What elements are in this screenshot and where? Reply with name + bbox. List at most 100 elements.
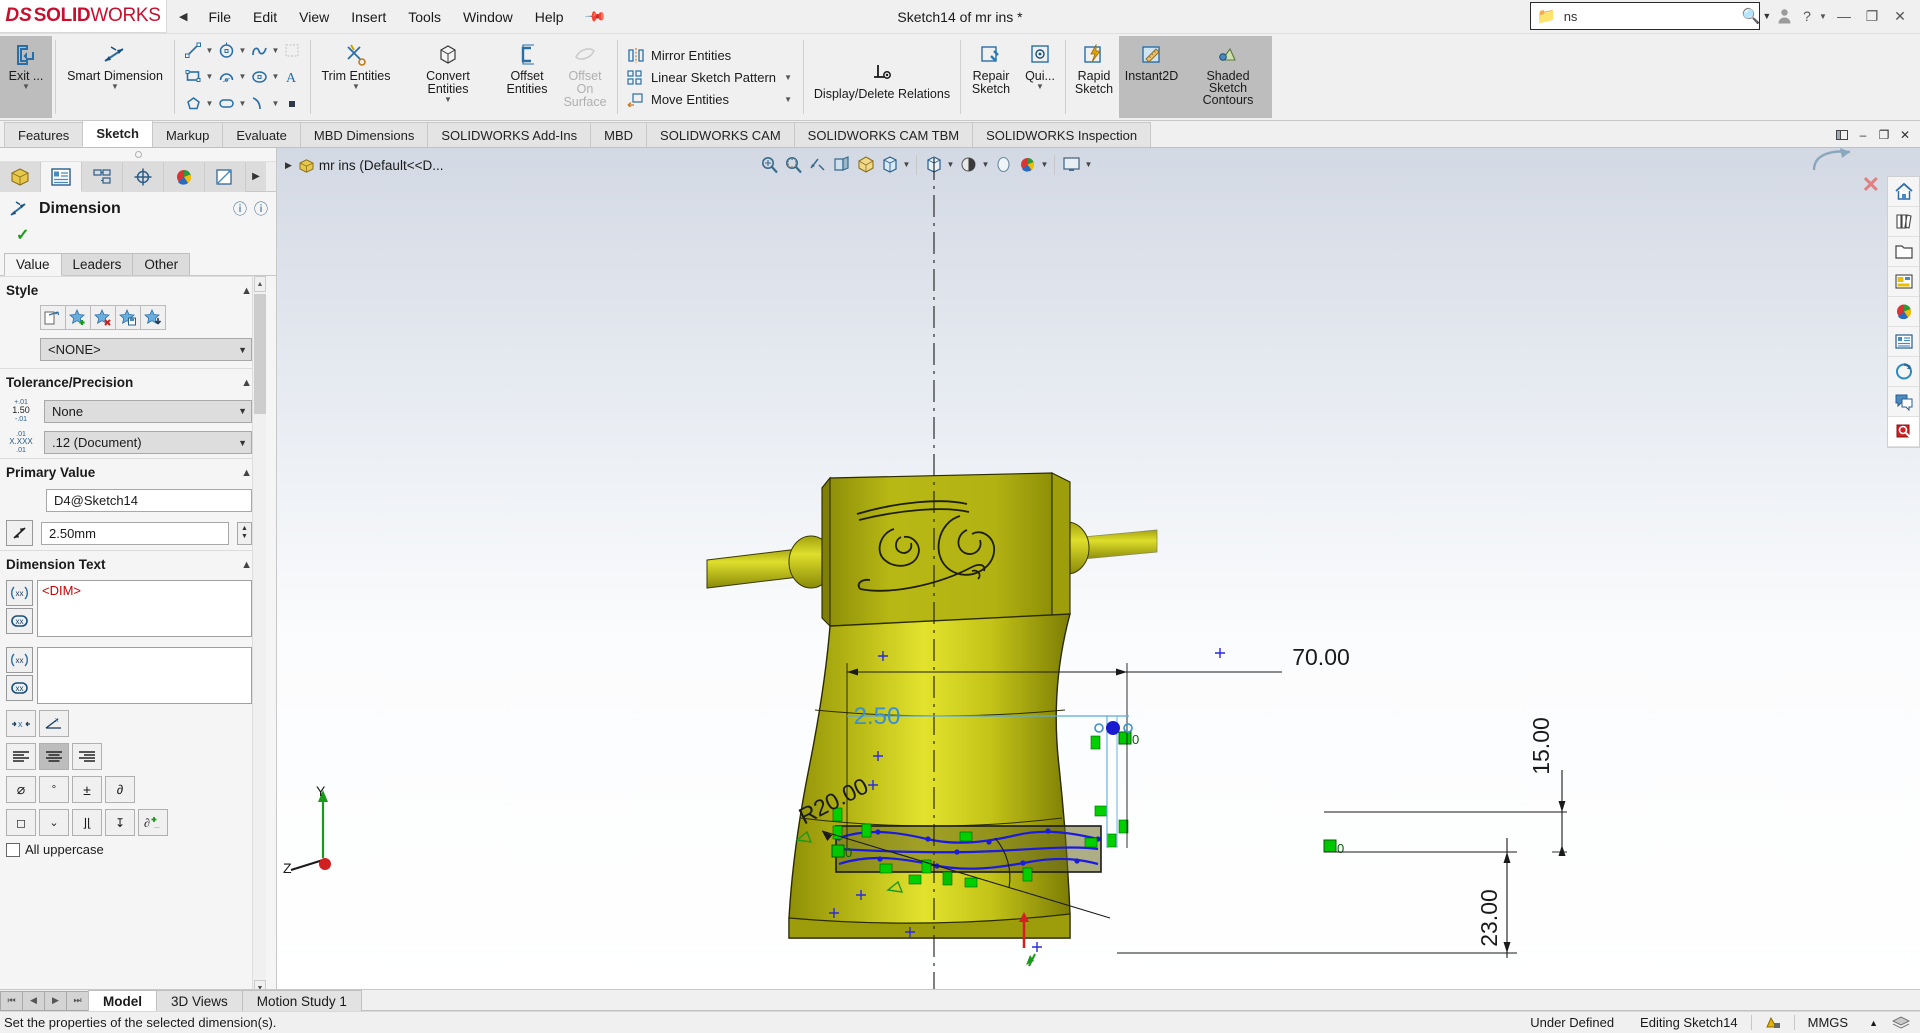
file-explorer-icon[interactable] xyxy=(1888,237,1919,267)
circle-tool-icon[interactable] xyxy=(215,38,237,62)
forum-icon[interactable] xyxy=(1888,387,1919,417)
menu-file[interactable]: File xyxy=(197,6,242,28)
model-canvas[interactable]: 0 0 0 xyxy=(277,148,1920,996)
dimension-23-label[interactable]: 23.00 xyxy=(1476,889,1502,947)
point-tool-icon[interactable] xyxy=(281,92,303,116)
rectangle-tool-dropdown-icon[interactable]: ▼ xyxy=(204,65,215,89)
style-section-header[interactable]: Style ▲ xyxy=(0,276,262,303)
primary-value-section-header[interactable]: Primary Value ▲ xyxy=(0,458,262,485)
save-style-icon[interactable] xyxy=(115,305,141,330)
tab-solidworks-cam-tbm[interactable]: SOLIDWORKS CAM TBM xyxy=(794,122,973,147)
dimension-arrow-icon[interactable] xyxy=(6,520,33,546)
dimension-70-label[interactable]: 70.00 xyxy=(1292,644,1350,670)
tab-other[interactable]: Other xyxy=(132,253,190,275)
panel-grip[interactable] xyxy=(0,148,276,162)
slot-tool-dropdown-icon[interactable]: ▼ xyxy=(237,92,248,116)
dimension-text-input[interactable]: <DIM> xyxy=(37,580,252,637)
rapid-sketch-button[interactable]: Rapid Sketch xyxy=(1069,36,1119,118)
home-icon[interactable] xyxy=(1888,177,1919,207)
menu-help[interactable]: Help xyxy=(524,6,575,28)
help-dropdown-icon[interactable]: ▼ xyxy=(1816,2,1830,30)
inspection-dimension-icon[interactable]: xx xyxy=(6,608,33,634)
depth-symbol-icon[interactable]: ↧ xyxy=(105,809,135,836)
custom-properties-icon[interactable] xyxy=(1888,327,1919,357)
first-tab-icon[interactable]: ⏮ xyxy=(0,991,23,1011)
design-library-icon[interactable] xyxy=(1888,207,1919,237)
maximize-doc-icon[interactable]: ❐ xyxy=(1875,126,1893,144)
offset-text-icon[interactable]: x xyxy=(6,710,36,737)
circle-tool-dropdown-icon[interactable]: ▼ xyxy=(237,38,248,62)
tolerance-collapse-icon[interactable]: ▲ xyxy=(241,377,252,389)
configuration-manager-tab[interactable] xyxy=(82,162,123,192)
menu-tools[interactable]: Tools xyxy=(397,6,452,28)
layers-icon[interactable] xyxy=(1886,1016,1916,1030)
confirm-corner-close-icon[interactable]: ✕ xyxy=(1862,172,1880,198)
linear-sketch-pattern-dropdown-icon[interactable]: ▼ xyxy=(781,73,792,82)
dimension-text-section-header[interactable]: Dimension Text ▲ xyxy=(0,550,262,577)
centerline-symbol-icon[interactable]: ∂ xyxy=(105,776,135,803)
degree-symbol-icon[interactable]: ° xyxy=(39,776,69,803)
primary-value-collapse-icon[interactable]: ▲ xyxy=(241,467,252,479)
offset-on-surface-button[interactable]: Offset On Surface xyxy=(556,36,614,118)
view-palette-icon[interactable] xyxy=(1888,267,1919,297)
style-collapse-icon[interactable]: ▲ xyxy=(241,285,252,297)
tab-solidworks-add-ins[interactable]: SOLIDWORKS Add-Ins xyxy=(427,122,591,147)
line-tool-dropdown-icon[interactable]: ▼ xyxy=(204,38,215,62)
restore-icon[interactable]: ❐ xyxy=(1858,2,1886,30)
tab-leaders[interactable]: Leaders xyxy=(61,253,134,275)
convert-entities-button[interactable]: Convert Entities ▼ xyxy=(398,36,498,118)
spinner-down-icon[interactable]: ▼ xyxy=(241,533,248,541)
convert-entities-dropdown-icon[interactable]: ▼ xyxy=(444,97,452,103)
dimension-15[interactable]: 15.00 xyxy=(1324,717,1567,856)
help-icon[interactable]: ? xyxy=(1798,2,1816,30)
slot-tool-icon[interactable] xyxy=(215,92,237,116)
dimension-2p50-label[interactable]: 2.50 xyxy=(854,703,901,730)
delete-style-icon[interactable] xyxy=(90,305,116,330)
bottom-tab-3d-views[interactable]: 3D Views xyxy=(156,990,243,1011)
appearances-scenes-icon[interactable] xyxy=(1888,297,1919,327)
dimension-23[interactable]: 23.00 xyxy=(1117,838,1517,958)
accept-checkmark-icon[interactable]: ✓ xyxy=(0,223,276,253)
bottom-tab-model[interactable]: Model xyxy=(88,990,157,1011)
chevron-down-icon[interactable]: ▼ xyxy=(238,345,247,355)
spline-tool-icon[interactable] xyxy=(248,38,270,62)
dimension-text-collapse-icon[interactable]: ▲ xyxy=(241,559,252,571)
dimension-value-spinner[interactable]: ▲ ▼ xyxy=(237,522,252,545)
load-style-icon[interactable] xyxy=(140,305,166,330)
user-account-icon[interactable] xyxy=(1770,2,1798,30)
more-symbols-icon[interactable]: ∂... xyxy=(138,809,168,836)
quick-snaps-button[interactable]: Qui... ▼ xyxy=(1018,36,1062,118)
line-tool-icon[interactable] xyxy=(182,38,204,62)
arc-tool-icon[interactable] xyxy=(215,65,237,89)
dimension-15-label[interactable]: 15.00 xyxy=(1528,717,1554,775)
exit-sketch-button[interactable]: Exit ... ▼ xyxy=(0,36,52,118)
all-uppercase-checkbox[interactable] xyxy=(6,843,20,857)
tolerance-section-header[interactable]: Tolerance/Precision ▲ xyxy=(0,368,262,395)
tab-sketch[interactable]: Sketch xyxy=(82,120,153,147)
close-doc-icon[interactable]: ✕ xyxy=(1896,126,1914,144)
whats-new-help-icon[interactable]: ⓘ xyxy=(233,199,247,219)
align-center-icon[interactable] xyxy=(39,743,69,770)
scroll-up-icon[interactable]: ▲ xyxy=(254,276,266,292)
pin-icon[interactable]: 📌 xyxy=(583,4,607,28)
menu-collapse-arrow[interactable]: ◀ xyxy=(179,10,187,23)
trim-entities-button[interactable]: Trim Entities ▼ xyxy=(314,36,398,118)
tab-evaluate[interactable]: Evaluate xyxy=(222,122,301,147)
parabola-tool-icon[interactable] xyxy=(248,92,270,116)
tab-mbd-dimensions[interactable]: MBD Dimensions xyxy=(300,122,428,147)
move-entities-dropdown-icon[interactable]: ▼ xyxy=(781,95,792,104)
tolerance-type-select[interactable]: None ▼ xyxy=(44,400,252,423)
display-delete-relations-button[interactable]: Display/Delete Relations xyxy=(807,36,957,118)
pdm-vault-icon[interactable] xyxy=(1888,357,1919,387)
unit-system-dropdown-icon[interactable]: ▲ xyxy=(1861,1018,1886,1028)
add-parenthesis-icon[interactable]: xx xyxy=(6,580,33,606)
rectangle-tool-icon[interactable] xyxy=(182,65,204,89)
next-tab-icon[interactable]: ▶ xyxy=(44,991,67,1011)
trim-entities-dropdown-icon[interactable]: ▼ xyxy=(352,84,360,90)
help-icon[interactable]: ⓘ xyxy=(254,199,268,219)
menu-insert[interactable]: Insert xyxy=(340,6,397,28)
dimension-text-secondary-input[interactable] xyxy=(37,647,252,704)
last-tab-icon[interactable]: ⏭ xyxy=(66,991,89,1011)
unit-system[interactable]: MMGS xyxy=(1795,1015,1861,1030)
mirror-entities-button[interactable]: Mirror Entities xyxy=(623,44,798,66)
